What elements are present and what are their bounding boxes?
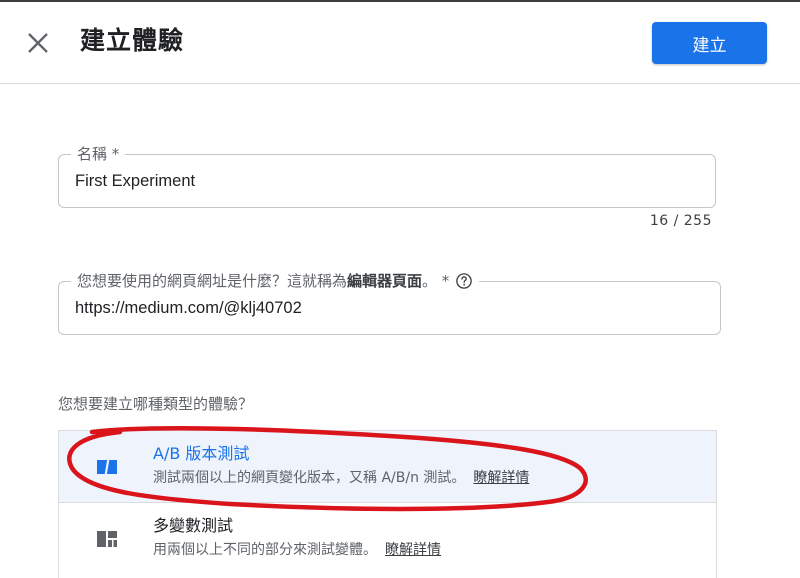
- option-multivariate-title: 多變數測試: [153, 516, 234, 535]
- option-ab-description: 測試兩個以上的網頁變化版本，又稱 A/B/n 測試。 瞭解詳情: [153, 468, 529, 488]
- create-button[interactable]: 建立: [652, 22, 767, 64]
- editor-page-url-field[interactable]: 您想要使用的網頁網址是什麼？這就稱為 編輯器頁面。 *: [58, 270, 721, 335]
- experience-type-question: 您想要建立哪種類型的體驗？: [58, 395, 254, 413]
- character-counter: 16 / 255: [649, 213, 712, 229]
- page-title: 建立體驗: [80, 26, 185, 55]
- multivariate-grid-icon: [97, 531, 117, 547]
- option-multivariate-description: 用兩個以上不同的部分來測試變體。 瞭解詳情: [153, 540, 441, 560]
- option-ab-title: A/B 版本測試: [153, 444, 250, 463]
- close-button[interactable]: [24, 29, 52, 57]
- option-ab-test[interactable]: A/B 版本測試 測試兩個以上的網頁變化版本，又稱 A/B/n 測試。 瞭解詳情: [58, 430, 717, 503]
- dialog-header: 建立體驗 建立: [0, 2, 800, 84]
- option-ab-description-text: 測試兩個以上的網頁變化版本，又稱 A/B/n 測試。: [153, 470, 466, 486]
- option-multivariate-description-text: 用兩個以上不同的部分來測試變體。: [153, 542, 377, 558]
- experience-name-input[interactable]: [75, 155, 699, 207]
- experience-name-field[interactable]: 名稱 *: [58, 143, 716, 208]
- option-multivariate-learn-more-link[interactable]: 瞭解詳情: [385, 542, 441, 558]
- option-ab-learn-more-link[interactable]: 瞭解詳情: [473, 470, 529, 486]
- option-multivariate-test[interactable]: 多變數測試 用兩個以上不同的部分來測試變體。 瞭解詳情: [58, 503, 717, 578]
- editor-page-url-input[interactable]: [75, 282, 704, 334]
- close-icon: [28, 33, 48, 53]
- ab-test-icon: [97, 459, 117, 475]
